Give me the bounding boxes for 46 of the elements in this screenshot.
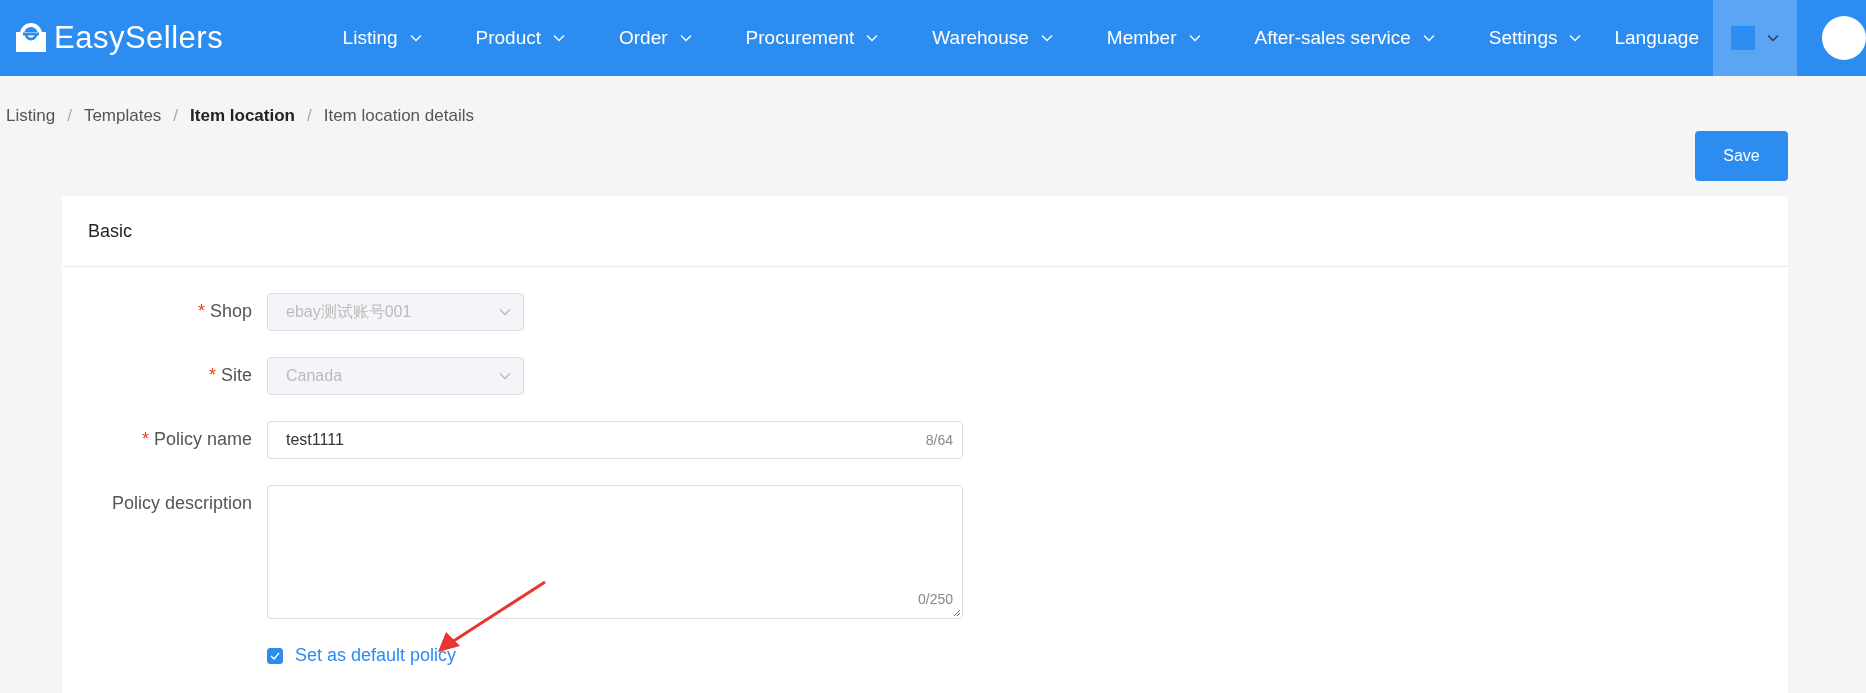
breadcrumb-separator: /: [306, 106, 312, 126]
caret-icon: [866, 34, 879, 42]
text-area-field[interactable]: [267, 485, 963, 619]
language-link[interactable]: Language: [1608, 18, 1699, 58]
nav-menu-item[interactable]: Product: [448, 18, 592, 58]
caret-icon: [679, 34, 692, 42]
save-button[interactable]: Save: [1695, 131, 1788, 181]
character-count: 0/250: [917, 591, 953, 607]
nav-menu-item[interactable]: Listing: [315, 18, 449, 58]
resize-handle-icon[interactable]: [953, 609, 961, 617]
checkbox-label[interactable]: Set as default policy: [295, 645, 457, 666]
caret-icon: [1422, 34, 1435, 42]
logo-text: EasySellers: [54, 20, 224, 56]
checkbox[interactable]: [267, 647, 283, 664]
breadcrumb-link[interactable]: Templates: [83, 106, 162, 126]
caret-icon: [553, 34, 565, 42]
nav-menu-item[interactable]: After-sales service: [1227, 18, 1462, 58]
breadcrumb-link[interactable]: Listing: [6, 106, 56, 126]
avatar-placeholder[interactable]: [1822, 16, 1866, 60]
breadcrumb-separator: /: [173, 106, 179, 126]
character-count: 8/64: [925, 432, 953, 448]
caret-icon: [1188, 34, 1201, 42]
nav-menu-item[interactable]: Procurement: [718, 18, 906, 58]
nav-menu-item[interactable]: Settings: [1461, 18, 1609, 58]
caret-icon: [1569, 34, 1582, 42]
required-asterisk: *: [141, 429, 149, 449]
field-label: Policy description: [111, 493, 252, 513]
breadcrumb-separator: /: [67, 106, 72, 126]
card-title: Basic: [88, 220, 132, 242]
square-icon: [1731, 26, 1755, 50]
field-label: Site: [220, 365, 252, 385]
field-label: Shop: [209, 301, 252, 321]
nav-menu-item[interactable]: Warehouse: [905, 18, 1080, 58]
caret-icon: [499, 372, 511, 380]
caret-icon: [499, 308, 511, 316]
caret-icon: [1767, 34, 1779, 42]
field-label: Policy name: [153, 429, 252, 449]
nav-menu-item[interactable]: Order: [592, 18, 719, 58]
caret-icon: [409, 34, 422, 42]
caret-icon: [1040, 34, 1053, 42]
required-asterisk: *: [208, 365, 216, 385]
check-icon: [270, 651, 280, 660]
required-asterisk: *: [197, 301, 205, 321]
bag-icon: [14, 22, 48, 54]
breadcrumb-link[interactable]: Item location: [190, 106, 295, 126]
nav-menu-item[interactable]: Member: [1079, 18, 1228, 58]
